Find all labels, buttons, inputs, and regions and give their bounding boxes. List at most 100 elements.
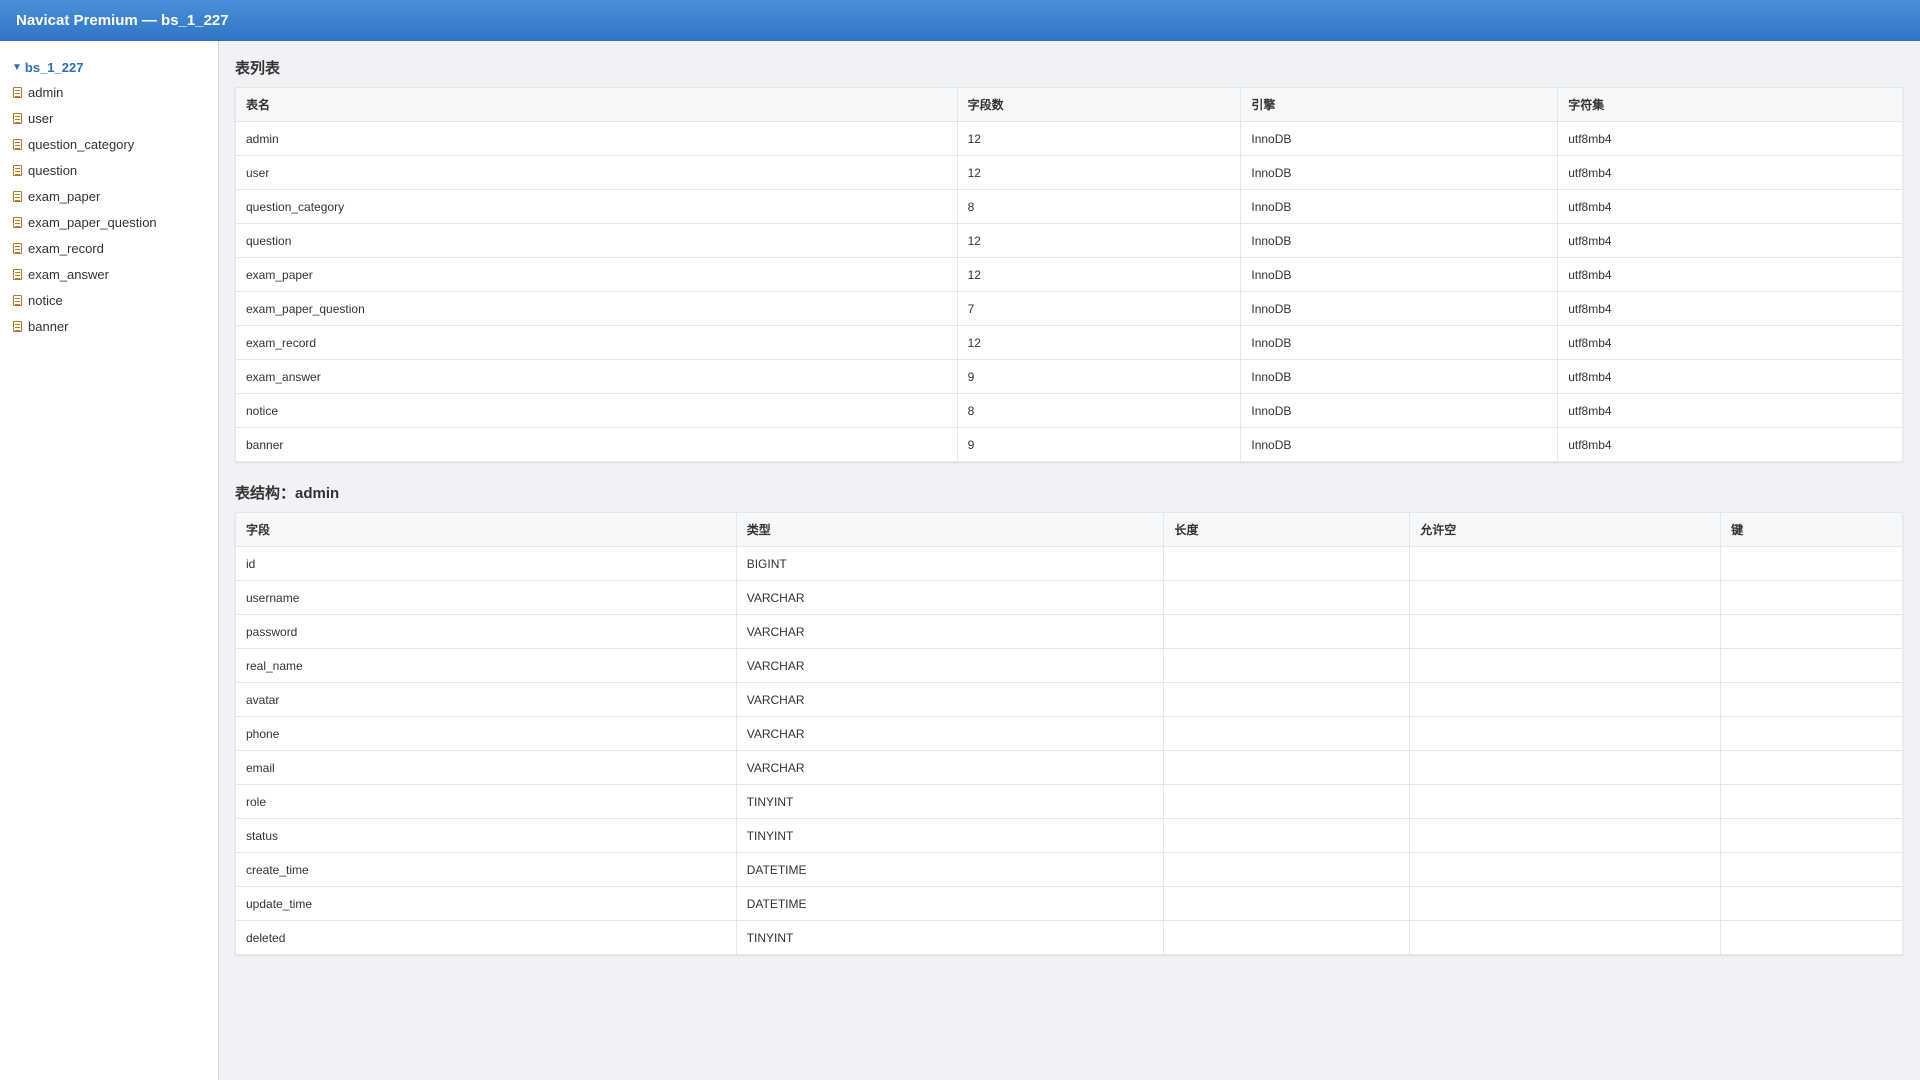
table-cell[interactable] xyxy=(1409,818,1722,853)
table-row[interactable]: status TINYINT xyxy=(235,818,1903,853)
table-row[interactable]: exam_answer 9 InnoDB utf8mb4 xyxy=(235,359,1903,394)
table-cell[interactable]: admin xyxy=(235,121,958,156)
table-cell[interactable] xyxy=(1163,648,1411,683)
table-cell[interactable]: InnoDB xyxy=(1240,189,1559,224)
table-cell[interactable] xyxy=(1720,682,1903,717)
table-cell[interactable]: 9 xyxy=(956,427,1242,462)
table-cell[interactable]: InnoDB xyxy=(1240,427,1559,462)
table-cell[interactable] xyxy=(1163,852,1411,887)
tree-root-database[interactable]: ▼ bs_1_227 xyxy=(0,55,218,79)
table-cell[interactable] xyxy=(1409,580,1722,615)
column-header[interactable]: 长度 xyxy=(1163,512,1411,547)
table-row[interactable]: avatar VARCHAR xyxy=(235,682,1903,717)
table-cell[interactable] xyxy=(1163,750,1411,785)
table-cell[interactable]: utf8mb4 xyxy=(1557,121,1903,156)
table-cell[interactable]: exam_record xyxy=(235,325,958,360)
table-row[interactable]: admin 12 InnoDB utf8mb4 xyxy=(235,121,1903,156)
table-cell[interactable]: utf8mb4 xyxy=(1557,155,1903,190)
table-cell[interactable]: TINYINT xyxy=(735,784,1165,819)
table-row[interactable]: question 12 InnoDB utf8mb4 xyxy=(235,223,1903,258)
table-cell[interactable]: DATETIME xyxy=(735,852,1165,887)
table-cell[interactable]: 12 xyxy=(956,155,1242,190)
column-header[interactable]: 字符集 xyxy=(1557,87,1903,122)
table-cell[interactable]: VARCHAR xyxy=(735,750,1165,785)
table-cell[interactable]: utf8mb4 xyxy=(1557,427,1903,462)
sidebar-item-exam-record[interactable]: exam_record xyxy=(0,235,218,261)
table-cell[interactable]: VARCHAR xyxy=(735,716,1165,751)
table-cell[interactable]: InnoDB xyxy=(1240,257,1559,292)
table-cell[interactable] xyxy=(1409,546,1722,581)
table-cell[interactable]: question xyxy=(235,223,958,258)
table-cell[interactable] xyxy=(1409,716,1722,751)
table-cell[interactable]: exam_answer xyxy=(235,359,958,394)
table-row[interactable]: banner 9 InnoDB utf8mb4 xyxy=(235,427,1903,462)
sidebar-item-notice[interactable]: notice xyxy=(0,287,218,313)
table-cell[interactable]: InnoDB xyxy=(1240,325,1559,360)
table-cell[interactable] xyxy=(1163,614,1411,649)
table-cell[interactable] xyxy=(1720,648,1903,683)
table-cell[interactable] xyxy=(1163,886,1411,921)
caret-down-icon[interactable]: ▼ xyxy=(12,62,22,73)
table-cell[interactable]: 8 xyxy=(956,189,1242,224)
column-header[interactable]: 表名 xyxy=(235,87,958,122)
table-row[interactable]: create_time DATETIME xyxy=(235,852,1903,887)
table-cell[interactable]: utf8mb4 xyxy=(1557,223,1903,258)
table-cell[interactable]: update_time xyxy=(235,886,737,921)
table-cell[interactable] xyxy=(1720,818,1903,853)
table-cell[interactable] xyxy=(1720,614,1903,649)
table-cell[interactable] xyxy=(1409,886,1722,921)
table-cell[interactable]: email xyxy=(235,750,737,785)
sidebar-item-banner[interactable]: banner xyxy=(0,313,218,339)
table-cell[interactable]: 12 xyxy=(956,325,1242,360)
table-cell[interactable]: InnoDB xyxy=(1240,291,1559,326)
table-cell[interactable]: role xyxy=(235,784,737,819)
table-cell[interactable] xyxy=(1163,546,1411,581)
table-cell[interactable]: question_category xyxy=(235,189,958,224)
table-row[interactable]: password VARCHAR xyxy=(235,614,1903,649)
table-cell[interactable] xyxy=(1720,716,1903,751)
sidebar-item-question[interactable]: question xyxy=(0,157,218,183)
table-cell[interactable] xyxy=(1163,818,1411,853)
table-row[interactable]: phone VARCHAR xyxy=(235,716,1903,751)
table-row[interactable]: question_category 8 InnoDB utf8mb4 xyxy=(235,189,1903,224)
column-header[interactable]: 键 xyxy=(1720,512,1903,547)
table-cell[interactable]: phone xyxy=(235,716,737,751)
table-cell[interactable]: 12 xyxy=(956,223,1242,258)
sidebar-item-exam-paper-question[interactable]: exam_paper_question xyxy=(0,209,218,235)
table-cell[interactable]: utf8mb4 xyxy=(1557,359,1903,394)
table-cell[interactable] xyxy=(1409,750,1722,785)
table-cell[interactable]: 9 xyxy=(956,359,1242,394)
table-cell[interactable]: BIGINT xyxy=(735,546,1165,581)
column-header[interactable]: 引擎 xyxy=(1240,87,1559,122)
table-row[interactable]: exam_paper_question 7 InnoDB utf8mb4 xyxy=(235,291,1903,326)
table-cell[interactable]: 8 xyxy=(956,393,1242,428)
table-cell[interactable] xyxy=(1409,920,1722,955)
column-header[interactable]: 字段 xyxy=(235,512,737,547)
table-cell[interactable] xyxy=(1163,580,1411,615)
table-cell[interactable]: create_time xyxy=(235,852,737,887)
table-row[interactable]: real_name VARCHAR xyxy=(235,648,1903,683)
table-cell[interactable] xyxy=(1720,750,1903,785)
table-cell[interactable] xyxy=(1720,784,1903,819)
table-cell[interactable] xyxy=(1720,920,1903,955)
table-row[interactable]: username VARCHAR xyxy=(235,580,1903,615)
table-cell[interactable]: utf8mb4 xyxy=(1557,393,1903,428)
table-cell[interactable]: banner xyxy=(235,427,958,462)
table-row[interactable]: user 12 InnoDB utf8mb4 xyxy=(235,155,1903,190)
table-cell[interactable]: TINYINT xyxy=(735,818,1165,853)
table-cell[interactable]: 7 xyxy=(956,291,1242,326)
table-row[interactable]: role TINYINT xyxy=(235,784,1903,819)
table-cell[interactable] xyxy=(1720,886,1903,921)
table-cell[interactable]: utf8mb4 xyxy=(1557,291,1903,326)
table-cell[interactable]: status xyxy=(235,818,737,853)
table-cell[interactable]: utf8mb4 xyxy=(1557,189,1903,224)
table-cell[interactable]: InnoDB xyxy=(1240,359,1559,394)
table-cell[interactable]: utf8mb4 xyxy=(1557,325,1903,360)
table-cell[interactable] xyxy=(1720,852,1903,887)
table-cell[interactable] xyxy=(1409,784,1722,819)
column-header[interactable]: 允许空 xyxy=(1409,512,1722,547)
table-cell[interactable] xyxy=(1163,682,1411,717)
table-cell[interactable] xyxy=(1163,716,1411,751)
table-cell[interactable] xyxy=(1409,614,1722,649)
sidebar-item-exam-answer[interactable]: exam_answer xyxy=(0,261,218,287)
